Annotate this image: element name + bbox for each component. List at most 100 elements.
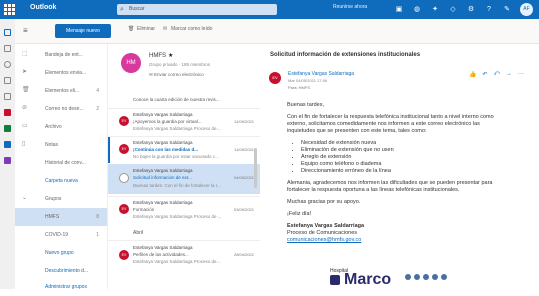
bell-icon[interactable]: ◇ xyxy=(448,3,458,16)
star-icon[interactable]: ★ xyxy=(168,53,173,59)
app-title: Outlook xyxy=(30,4,57,11)
list-item[interactable]: EV Estefanya Vargas Saldarriaga ¡Apoyemo… xyxy=(108,108,260,135)
folder-item[interactable]: ⊘ Correo no dese... 2 xyxy=(15,100,107,118)
signature-name: Estefanya Vargas Saldarriaga xyxy=(287,223,365,229)
teams-app-icon[interactable] xyxy=(4,157,11,164)
search-placeholder: Buscar xyxy=(129,6,145,12)
app-rail xyxy=(0,19,16,289)
email-recipients: Para: HMFS xyxy=(288,85,311,90)
folder-item[interactable]: ▯ Notas xyxy=(15,136,107,154)
social-links xyxy=(405,274,447,280)
avatar: EV xyxy=(119,204,129,214)
unread-indicator xyxy=(108,137,110,163)
list-item-selected[interactable]: Estefanya Vargas Saldarriaga Solicitud i… xyxy=(108,164,260,194)
signature-role: Proceso de Comunicaciones xyxy=(287,230,358,236)
greeting: Buenas tardes, xyxy=(287,102,324,108)
list-item: Direccionamiento erróneo de la línea xyxy=(301,168,497,175)
attach-icon[interactable] xyxy=(4,77,11,84)
todo-icon[interactable] xyxy=(4,93,11,100)
folder-item[interactable]: ▭ Archivo xyxy=(15,118,107,136)
facebook-icon[interactable] xyxy=(405,274,411,280)
email-subject: Solicitud información de extensiones ins… xyxy=(270,52,421,58)
send-email-button[interactable]: ✉ Enviar correo electrónico xyxy=(149,72,204,78)
word-icon[interactable] xyxy=(4,109,11,116)
sender-name[interactable]: Estefanya Vargas Saldarriaga xyxy=(288,71,354,77)
forward-icon[interactable]: → xyxy=(506,71,512,78)
list-item[interactable]: EV Estefanya Vargas Saldarriaga Formació… xyxy=(108,196,260,223)
mail-icon[interactable] xyxy=(4,29,11,36)
search-input[interactable]: ⌕ Buscar xyxy=(117,4,277,15)
closing-paragraph: Alemania, agradecemos nos informen las d… xyxy=(287,180,493,193)
help-icon[interactable]: ? xyxy=(484,3,494,16)
instagram-icon[interactable] xyxy=(423,274,429,280)
select-checkbox[interactable] xyxy=(119,173,129,183)
farewell-line: ¡Feliz día! xyxy=(287,211,312,217)
reading-pane: Solicitud información de extensiones ins… xyxy=(260,44,539,289)
avatar: EV xyxy=(119,250,129,260)
manage-groups-link[interactable]: Administrar grupos xyxy=(15,278,107,296)
inbox-icon: ⬚ xyxy=(22,51,28,57)
skype-icon[interactable]: ▣ xyxy=(394,3,404,16)
folder-item[interactable]: ➤ Elementos envia... xyxy=(15,64,107,82)
archive-icon: ▭ xyxy=(22,123,28,129)
people-icon[interactable] xyxy=(4,61,11,68)
youtube-icon[interactable] xyxy=(432,274,438,280)
app-launcher-icon[interactable] xyxy=(4,4,15,15)
email-date: Mar 04/05/2021 17:06 xyxy=(288,78,328,83)
mark-read-icon[interactable]: ✉ xyxy=(163,26,167,32)
avatar: EV xyxy=(119,116,129,126)
folder-item[interactable]: Historial de conv... xyxy=(15,154,107,172)
intro-paragraph: Con el fin de fortalecer la respuesta te… xyxy=(287,114,494,134)
sender-avatar: EV xyxy=(269,72,281,84)
list-item: Arreglo de extensión xyxy=(301,154,497,161)
message-list: HM HMFS ★ Grupo privado · 185 miembros ✉ … xyxy=(107,44,261,289)
new-group-link[interactable]: Nuevo grupo xyxy=(15,244,107,262)
teams-icon[interactable]: ◍ xyxy=(412,3,422,16)
group-item-hmfs[interactable]: HMFS 8 xyxy=(15,208,107,226)
excel-icon[interactable] xyxy=(4,125,11,132)
list-item[interactable]: Conoce la cuarta edición de nuestra revi… xyxy=(108,94,260,106)
folder-item[interactable]: ⬚ Bandeja de ent... xyxy=(15,46,107,64)
email-actions: 👍 ↶ ⤺ → ··· xyxy=(469,71,524,78)
scrollbar[interactable] xyxy=(254,148,257,188)
reply-all-icon[interactable]: ⤺ xyxy=(494,71,500,78)
feedback-icon[interactable]: ✎ xyxy=(502,3,512,16)
logo-mark-icon xyxy=(330,275,340,285)
lightbulb-icon[interactable]: ✦ xyxy=(430,3,440,16)
meet-now-button[interactable]: Reunirse ahora xyxy=(333,4,367,10)
list-item[interactable]: EV Estefanya Vargas Saldarriaga ¡Continú… xyxy=(108,136,260,163)
avatar[interactable]: AF xyxy=(520,3,533,16)
menu-icon[interactable]: ≡ xyxy=(23,27,28,35)
like-icon[interactable]: 👍 xyxy=(469,71,476,78)
request-list: Necesidad de extensión nueva Eliminación… xyxy=(287,140,497,175)
delete-button[interactable]: Eliminar xyxy=(137,26,155,32)
top-icons: ▣ ◍ ✦ ◇ ⚙ ? ✎ AF xyxy=(394,3,533,16)
delete-icon[interactable]: 🗑 xyxy=(128,26,134,32)
reply-icon[interactable]: ↶ xyxy=(483,71,488,78)
onedrive-icon[interactable] xyxy=(4,141,11,148)
mark-read-button[interactable]: Marcar como leído xyxy=(171,26,212,32)
signature-email-link[interactable]: comunicaciones@hmfs.gov.co xyxy=(287,237,361,243)
group-header: HM HMFS ★ Grupo privado · 185 miembros ✉ … xyxy=(108,44,260,90)
group-item-covid[interactable]: COVID-19 1 xyxy=(15,226,107,244)
twitter-icon[interactable] xyxy=(414,274,420,280)
new-folder-link[interactable]: Carpeta nueva xyxy=(15,172,107,190)
web-icon[interactable] xyxy=(441,274,447,280)
groups-header[interactable]: ⌄ Grupos xyxy=(15,190,107,208)
sent-icon: ➤ xyxy=(22,69,28,75)
chevron-down-icon: ⌄ xyxy=(22,195,28,201)
folder-pane: ⬚ Bandeja de ent... ➤ Elementos envia... 🗑… xyxy=(15,44,107,290)
junk-icon: ⊘ xyxy=(22,105,28,111)
new-mail-button[interactable]: Mensaje nuevo xyxy=(55,24,111,38)
list-item: Equipo como teléfono o diadema xyxy=(301,161,497,168)
search-icon: ⌕ xyxy=(120,6,124,13)
calendar-icon[interactable] xyxy=(4,45,11,52)
group-subtitle: Grupo privado · 185 miembros xyxy=(149,62,211,67)
more-icon[interactable]: ··· xyxy=(518,71,524,78)
avatar: EV xyxy=(119,144,129,154)
command-bar: ≡ Mensaje nuevo 🗑 Eliminar ✉ Marcar como… xyxy=(15,19,539,44)
thanks-line: Muchas gracias por su apoyo. xyxy=(287,199,361,205)
list-item[interactable]: EV Estefanya Vargas Saldarriaga Perfiles… xyxy=(108,240,260,271)
folder-item[interactable]: 🗑 Elementos eli... 4 xyxy=(15,82,107,100)
gear-icon[interactable]: ⚙ xyxy=(466,3,476,16)
